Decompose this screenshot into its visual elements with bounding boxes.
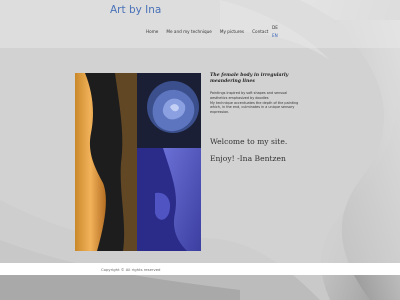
site-header: Art by Ina Home Me and my technique My p… — [0, 0, 400, 48]
intro-subtitle: The female body in irregularly meanderin… — [210, 73, 289, 84]
lang-en[interactable]: EN — [272, 32, 278, 40]
language-switcher: DE EN — [272, 24, 278, 40]
desc-line: Paintings inspired by soft shapes and se… — [210, 91, 288, 95]
enjoy-heading: Enjoy! -Ina Bentzen — [210, 154, 286, 163]
copyright-text: Copyright © All rights reserved — [101, 267, 161, 272]
intro-description: Paintings inspired by soft shapes and se… — [210, 91, 320, 115]
nav-home[interactable]: Home — [146, 29, 158, 34]
nav-my-pictures[interactable]: My pictures — [220, 29, 244, 34]
site-logo[interactable]: Art by Ina — [110, 4, 161, 16]
desc-line: expression. — [210, 110, 230, 115]
welcome-heading: Welcome to my site. — [210, 137, 288, 146]
desc-line: My technique accentuates the depth of th… — [210, 100, 299, 105]
desc-line: which, in the end, culminates in a uniqu… — [210, 105, 295, 110]
lang-de[interactable]: DE — [272, 24, 278, 32]
featured-artwork[interactable] — [75, 73, 201, 251]
intro-panel: The female body in irregularly meanderin… — [210, 73, 320, 115]
nav-me-and-my-technique[interactable]: Me and my technique — [166, 29, 212, 34]
nav-contact[interactable]: Contact — [252, 29, 268, 34]
desc-line: aesthetics emphasized by doodles — [210, 95, 269, 100]
site-footer: Copyright © All rights reserved — [0, 263, 400, 275]
main-nav: Home Me and my technique My pictures Con… — [146, 29, 268, 34]
